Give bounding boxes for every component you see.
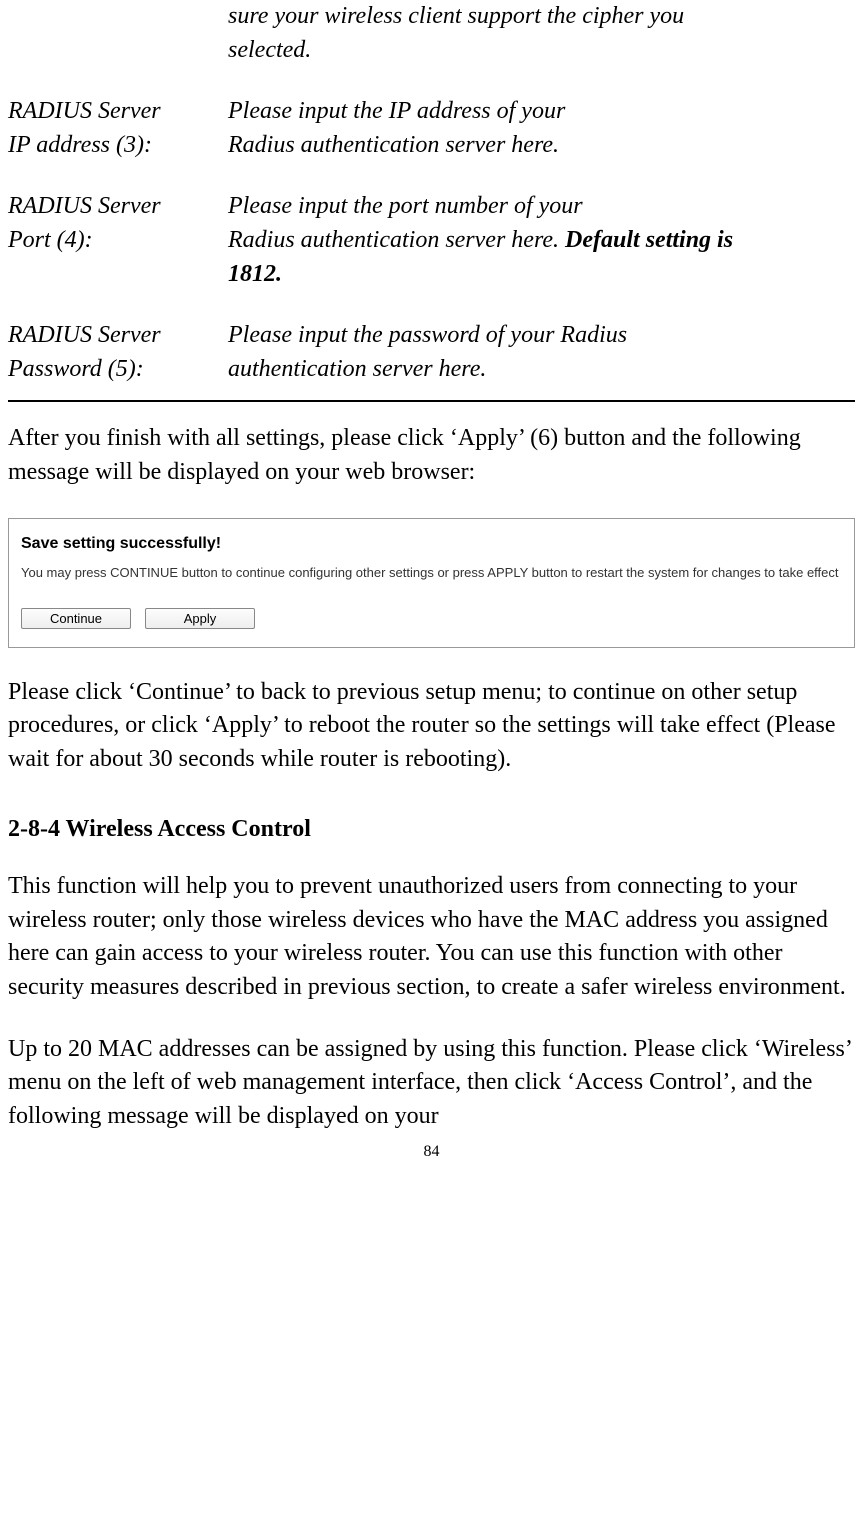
apply-instruction-paragraph: After you finish with all settings, plea… bbox=[8, 422, 855, 489]
radius-ip-desc: Please input the IP address of your Radi… bbox=[228, 95, 855, 190]
cipher-partial-line2: selected. bbox=[228, 37, 311, 63]
radius-port-desc: Please input the port number of your Rad… bbox=[228, 190, 855, 319]
section-paragraph-2: Up to 20 MAC addresses can be assigned b… bbox=[8, 1033, 855, 1134]
save-success-dialog: Save setting successfully! You may press… bbox=[8, 518, 855, 648]
radius-ip-desc-1: Please input the IP address of your bbox=[228, 98, 565, 124]
section-paragraph-1: This function will help you to prevent u… bbox=[8, 870, 855, 1004]
radius-pw-desc-2: authentication server here. bbox=[228, 356, 486, 382]
radius-ip-label-2: IP address (3): bbox=[8, 132, 152, 158]
cipher-partial-line1: sure your wireless client support the ci… bbox=[228, 3, 684, 29]
table-divider bbox=[8, 400, 855, 402]
radius-port-desc-3: 1812. bbox=[228, 261, 282, 287]
radius-pw-label-1: RADIUS Server bbox=[8, 322, 161, 348]
cipher-partial-desc: sure your wireless client support the ci… bbox=[228, 0, 855, 95]
radius-port-label-2: Port (4): bbox=[8, 227, 93, 253]
radius-pw-desc: Please input the password of your Radius… bbox=[228, 319, 855, 392]
page-number: 84 bbox=[8, 1141, 855, 1163]
dialog-button-row: Continue Apply bbox=[21, 608, 842, 629]
radius-ip-label-1: RADIUS Server bbox=[8, 98, 161, 124]
dialog-title: Save setting successfully! bbox=[21, 533, 842, 555]
continue-apply-paragraph: Please click ‘Continue’ to back to previ… bbox=[8, 676, 855, 777]
radius-pw-label: RADIUS Server Password (5): bbox=[8, 319, 228, 392]
radius-port-desc-2b: Default setting is bbox=[565, 227, 733, 253]
section-heading: 2-8-4 Wireless Access Control bbox=[8, 813, 855, 847]
radius-port-label: RADIUS Server Port (4): bbox=[8, 190, 228, 319]
apply-button[interactable]: Apply bbox=[145, 608, 255, 629]
radius-pw-desc-1: Please input the password of your Radius bbox=[228, 322, 627, 348]
radius-port-desc-2a: Radius authentication server here. bbox=[228, 227, 565, 253]
radius-port-desc-1: Please input the port number of your bbox=[228, 193, 583, 219]
radius-ip-desc-2: Radius authentication server here. bbox=[228, 132, 559, 158]
dialog-message: You may press CONTINUE button to continu… bbox=[21, 565, 842, 582]
radius-pw-label-2: Password (5): bbox=[8, 356, 144, 382]
continue-button[interactable]: Continue bbox=[21, 608, 131, 629]
definition-table: sure your wireless client support the ci… bbox=[8, 0, 855, 392]
radius-port-label-1: RADIUS Server bbox=[8, 193, 161, 219]
radius-ip-label: RADIUS Server IP address (3): bbox=[8, 95, 228, 190]
cipher-partial-label bbox=[8, 0, 228, 95]
